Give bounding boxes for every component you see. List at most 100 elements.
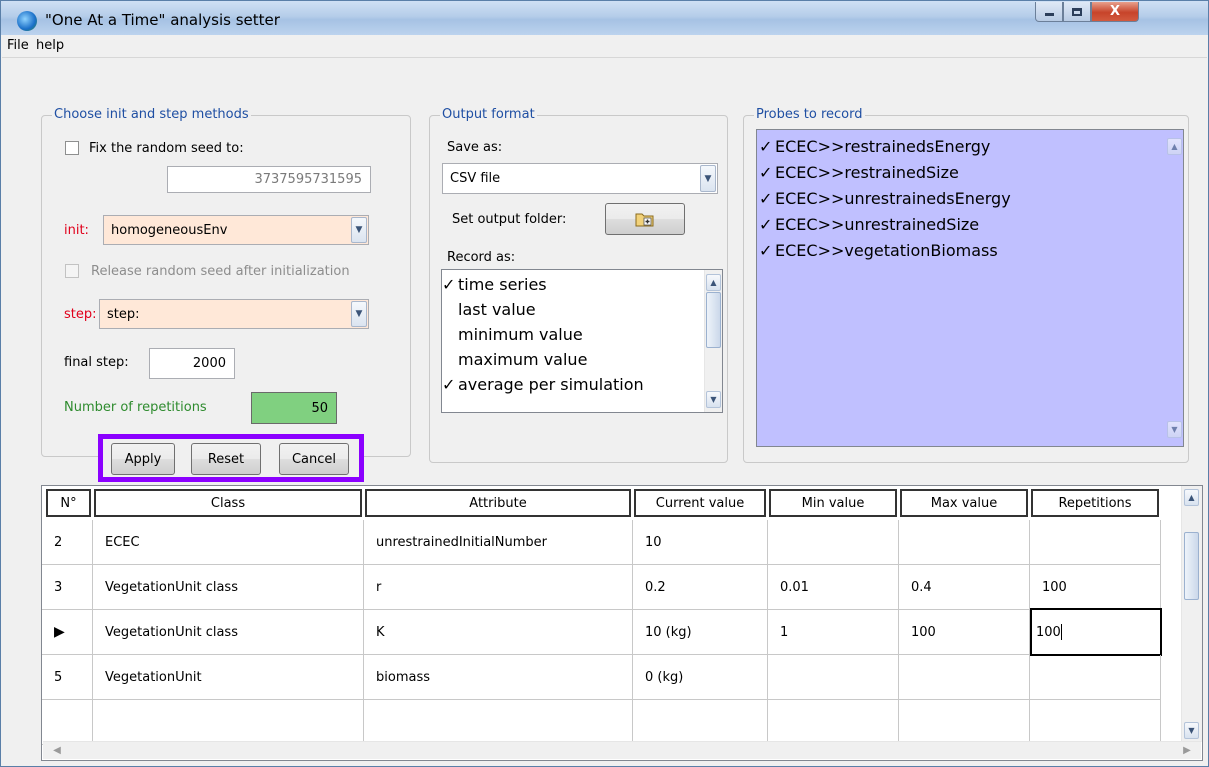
record-as-label: Record as: bbox=[447, 250, 516, 265]
scroll-down-icon[interactable]: ▼ bbox=[1167, 421, 1182, 438]
table-cell-min[interactable] bbox=[768, 700, 899, 745]
table-cell-current[interactable] bbox=[633, 700, 768, 745]
table-cell-min[interactable] bbox=[768, 655, 899, 700]
scroll-right-icon[interactable]: ▶ bbox=[1179, 743, 1195, 758]
column-header-min-value[interactable]: Min value bbox=[769, 489, 897, 517]
table-row-number[interactable]: 2 bbox=[42, 520, 93, 565]
scroll-up-icon[interactable]: ▲ bbox=[706, 274, 721, 291]
check-icon: ✓ bbox=[442, 274, 456, 294]
probes-legend: Probes to record bbox=[754, 107, 865, 122]
table-cell-max[interactable]: 100 bbox=[899, 610, 1030, 655]
table-cell-max[interactable]: 0.4 bbox=[899, 565, 1030, 610]
menu-help[interactable]: help bbox=[36, 38, 64, 53]
table-cell-attribute[interactable]: biomass bbox=[364, 655, 633, 700]
step-label: step: bbox=[64, 307, 97, 322]
parameters-table[interactable]: N° Class Attribute Current value Min val… bbox=[41, 485, 1203, 761]
set-output-folder-button[interactable] bbox=[605, 203, 685, 235]
table-cell-reps[interactable] bbox=[1030, 655, 1161, 700]
table-cell-attribute[interactable]: unrestrainedInitialNumber bbox=[364, 520, 633, 565]
table-cell-class[interactable]: VegetationUnit class bbox=[93, 610, 364, 655]
table-cell-current[interactable]: 0 (kg) bbox=[633, 655, 768, 700]
save-as-combo[interactable]: CSV file ▼ bbox=[442, 163, 718, 194]
reset-button[interactable]: Reset bbox=[191, 443, 261, 475]
column-header-repetitions[interactable]: Repetitions bbox=[1031, 489, 1159, 517]
table-horizontal-scrollbar[interactable]: ◀ ▶ bbox=[43, 741, 1201, 759]
list-item[interactable]: ✓ ECEC>>restrainedSize bbox=[759, 161, 959, 183]
table-cell-class[interactable]: ECEC bbox=[93, 520, 364, 565]
column-header-current-value[interactable]: Current value bbox=[634, 489, 766, 517]
title-bar[interactable]: "One At a Time" analysis setter X bbox=[1, 1, 1208, 35]
table-cell-reps[interactable] bbox=[1030, 520, 1161, 565]
table-cell-current[interactable]: 10 bbox=[633, 520, 768, 565]
table-cell-min[interactable]: 0.01 bbox=[768, 565, 899, 610]
table-cell-attribute[interactable]: K bbox=[364, 610, 633, 655]
repetitions-input[interactable]: 50 bbox=[251, 392, 337, 424]
probes-list[interactable]: ✓ ECEC>>restrainedsEnergy ✓ ECEC>>restrain… bbox=[756, 129, 1184, 447]
release-seed-checkbox[interactable] bbox=[65, 264, 79, 278]
column-header-attribute[interactable]: Attribute bbox=[365, 489, 631, 517]
column-header-number[interactable]: N° bbox=[46, 489, 91, 517]
table-cell-class[interactable] bbox=[93, 700, 364, 745]
list-item[interactable]: ✓ ECEC>>unrestrainedsEnergy bbox=[759, 187, 1011, 209]
list-item[interactable]: ✓ average per simulation bbox=[442, 373, 644, 395]
table-cell-max[interactable] bbox=[899, 655, 1030, 700]
output-format-legend: Output format bbox=[440, 107, 537, 122]
probes-scrollbar[interactable]: ▲ ▼ bbox=[1166, 130, 1183, 446]
init-label: init: bbox=[64, 223, 89, 238]
apply-button[interactable]: Apply bbox=[111, 443, 175, 475]
column-header-class[interactable]: Class bbox=[94, 489, 362, 517]
close-button[interactable]: X bbox=[1091, 2, 1139, 22]
init-method-combo[interactable]: homogeneousEnv ▼ bbox=[103, 215, 369, 245]
list-item[interactable]: ✓ ECEC>>restrainedsEnergy bbox=[759, 135, 990, 157]
table-cell-current[interactable]: 0.2 bbox=[633, 565, 768, 610]
table-cell-current[interactable]: 10 (kg) bbox=[633, 610, 768, 655]
list-item[interactable]: last value bbox=[442, 298, 536, 320]
scroll-thumb[interactable] bbox=[1184, 532, 1199, 600]
list-item[interactable]: ✓ ECEC>>unrestrainedSize bbox=[759, 213, 979, 235]
table-row-number[interactable] bbox=[42, 700, 93, 745]
release-seed-label: Release random seed after initialization bbox=[91, 264, 350, 279]
step-method-value: step: bbox=[107, 306, 140, 322]
fix-seed-checkbox[interactable] bbox=[65, 141, 79, 155]
final-step-input[interactable]: 2000 bbox=[149, 348, 235, 379]
step-method-combo[interactable]: step: ▼ bbox=[99, 299, 369, 329]
minimize-icon bbox=[1044, 13, 1054, 16]
reps-edit-input[interactable]: 100 bbox=[1036, 625, 1061, 640]
menu-file[interactable]: File bbox=[7, 38, 29, 53]
check-icon: ✓ bbox=[759, 240, 773, 260]
table-cell-min[interactable] bbox=[768, 520, 899, 565]
scroll-down-icon[interactable]: ▼ bbox=[706, 391, 721, 408]
table-row-number[interactable]: 3 bbox=[42, 565, 93, 610]
table-cell-class[interactable]: VegetationUnit class bbox=[93, 565, 364, 610]
table-cell-max[interactable] bbox=[899, 700, 1030, 745]
scroll-thumb[interactable] bbox=[706, 292, 721, 348]
table-cell-reps[interactable]: 100 bbox=[1030, 565, 1161, 610]
record-as-scrollbar[interactable]: ▲ ▼ bbox=[704, 270, 722, 412]
cancel-button[interactable]: Cancel bbox=[279, 443, 349, 475]
table-cell-max[interactable] bbox=[899, 520, 1030, 565]
list-item[interactable]: maximum value bbox=[442, 348, 587, 370]
column-header-max-value[interactable]: Max value bbox=[900, 489, 1028, 517]
table-cell-min[interactable]: 1 bbox=[768, 610, 899, 655]
maximize-button[interactable] bbox=[1063, 2, 1091, 22]
scroll-down-icon[interactable]: ▼ bbox=[1184, 722, 1199, 739]
list-item[interactable]: minimum value bbox=[442, 323, 583, 345]
table-cell-reps-editing[interactable]: 100 bbox=[1030, 608, 1162, 656]
scroll-up-icon[interactable]: ▲ bbox=[1167, 138, 1182, 155]
table-cell-attribute[interactable] bbox=[364, 700, 633, 745]
list-item[interactable]: ✓ ECEC>>vegetationBiomass bbox=[759, 239, 998, 261]
table-vertical-scrollbar[interactable]: ▲ ▼ bbox=[1181, 486, 1202, 742]
list-item[interactable]: ✓ time series bbox=[442, 273, 547, 295]
minimize-button[interactable] bbox=[1035, 2, 1063, 22]
current-row-indicator-icon[interactable]: ▶ bbox=[42, 610, 93, 655]
table-row-number[interactable]: 5 bbox=[42, 655, 93, 700]
record-as-list[interactable]: ✓ time series last value minimum value ma… bbox=[441, 269, 723, 413]
table-cell-attribute[interactable]: r bbox=[364, 565, 633, 610]
seed-input[interactable]: 3737595731595 bbox=[167, 166, 371, 193]
folder-add-icon bbox=[635, 213, 654, 227]
check-icon: ✓ bbox=[759, 188, 773, 208]
table-cell-class[interactable]: VegetationUnit bbox=[93, 655, 364, 700]
table-cell-reps[interactable] bbox=[1030, 700, 1161, 745]
scroll-left-icon[interactable]: ◀ bbox=[49, 743, 65, 758]
scroll-up-icon[interactable]: ▲ bbox=[1184, 489, 1199, 506]
